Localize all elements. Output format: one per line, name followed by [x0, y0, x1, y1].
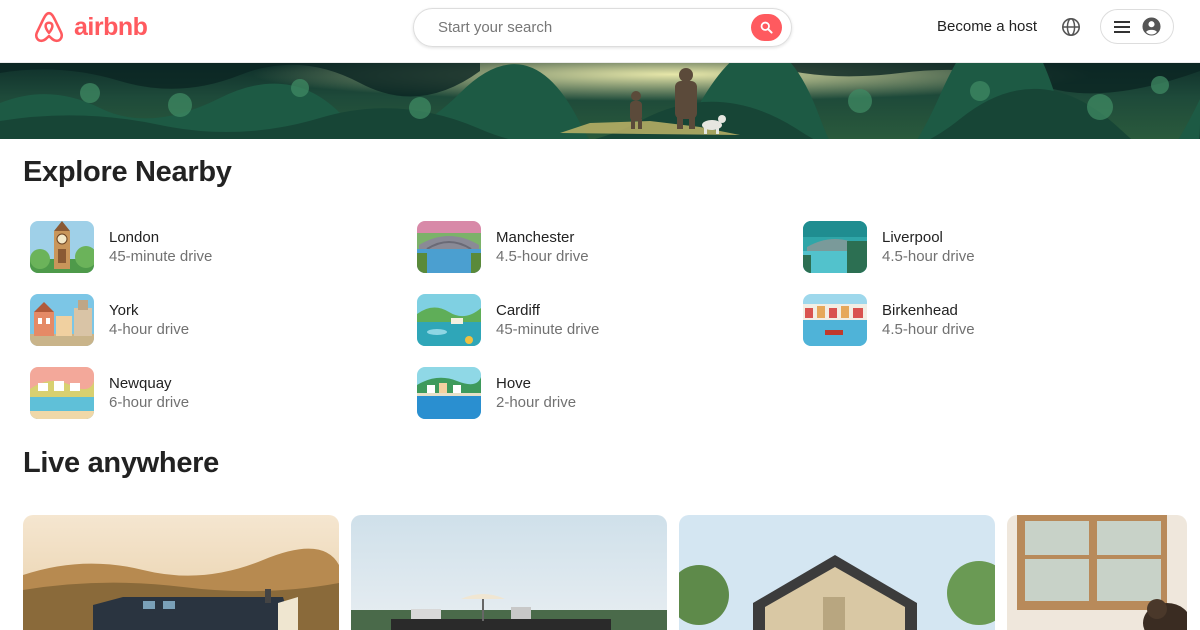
unique-stays-photo: [351, 515, 667, 630]
outdoor-getaways-photo: [23, 515, 339, 630]
explore-nearby-title: Explore Nearby: [23, 156, 232, 188]
nearby-card-london[interactable]: London 45-minute drive: [30, 221, 390, 273]
become-host-link[interactable]: Become a host: [937, 18, 1037, 35]
live-card-outdoor-getaways[interactable]: [23, 515, 339, 630]
nearby-card-birkenhead[interactable]: Birkenhead 4.5-hour drive: [803, 294, 1163, 346]
nearby-card-york[interactable]: York 4-hour drive: [30, 294, 390, 346]
nearby-city: Manchester: [496, 229, 575, 246]
live-card-unique-stays[interactable]: [351, 515, 667, 630]
nearby-card-manchester[interactable]: Manchester 4.5-hour drive: [417, 221, 777, 273]
search-input[interactable]: [438, 19, 738, 36]
live-anywhere-title: Live anywhere: [23, 447, 219, 479]
nearby-city: London: [109, 229, 160, 246]
search-button[interactable]: [751, 14, 782, 41]
nearby-drive-time: 4.5-hour drive: [882, 321, 975, 338]
forest-illustration: [0, 63, 1200, 139]
nearby-card-liverpool[interactable]: Liverpool 4.5-hour drive: [803, 221, 1163, 273]
nearby-city: Newquay: [109, 375, 172, 392]
manchester-thumbnail: [417, 221, 481, 273]
nearby-card-newquay[interactable]: Newquay 6-hour drive: [30, 367, 390, 419]
pets-allowed-photo: [1007, 515, 1187, 630]
live-card-entire-homes[interactable]: [679, 515, 995, 630]
nearby-drive-time: 4.5-hour drive: [882, 248, 975, 265]
nearby-city: Liverpool: [882, 229, 943, 246]
nearby-city: Hove: [496, 375, 532, 392]
york-thumbnail: [30, 294, 94, 346]
top-header: airbnb Become a host: [0, 0, 1200, 63]
nearby-drive-time: 2-hour drive: [496, 394, 577, 411]
airbnb-logo-icon: [34, 11, 64, 43]
search-icon: [760, 21, 773, 34]
cardiff-thumbnail: [417, 294, 481, 346]
liverpool-thumbnail: [803, 221, 867, 273]
live-card-pets-allowed[interactable]: [1007, 515, 1187, 630]
newquay-thumbnail: [30, 367, 94, 419]
nearby-city: Cardiff: [496, 302, 540, 319]
user-icon: [1142, 17, 1161, 36]
entire-homes-photo: [679, 515, 995, 630]
hamburger-icon: [1114, 20, 1130, 33]
profile-menu-button[interactable]: [1100, 9, 1174, 44]
nearby-drive-time: 45-minute drive: [496, 321, 600, 338]
brand-name: airbnb: [74, 12, 148, 41]
nearby-city: York: [109, 302, 139, 319]
hero-banner: [0, 63, 1200, 139]
airbnb-logo[interactable]: airbnb: [30, 10, 148, 44]
london-thumbnail: [30, 221, 94, 273]
nearby-drive-time: 45-minute drive: [109, 248, 213, 265]
nearby-drive-time: 4.5-hour drive: [496, 248, 589, 265]
nearby-drive-time: 4-hour drive: [109, 321, 190, 338]
search-bar[interactable]: [413, 8, 792, 47]
nearby-card-hove[interactable]: Hove 2-hour drive: [417, 367, 777, 419]
nearby-card-cardiff[interactable]: Cardiff 45-minute drive: [417, 294, 777, 346]
nearby-city: Birkenhead: [882, 302, 958, 319]
hove-thumbnail: [417, 367, 481, 419]
birkenhead-thumbnail: [803, 294, 867, 346]
globe-icon[interactable]: [1061, 17, 1081, 37]
nearby-drive-time: 6-hour drive: [109, 394, 190, 411]
